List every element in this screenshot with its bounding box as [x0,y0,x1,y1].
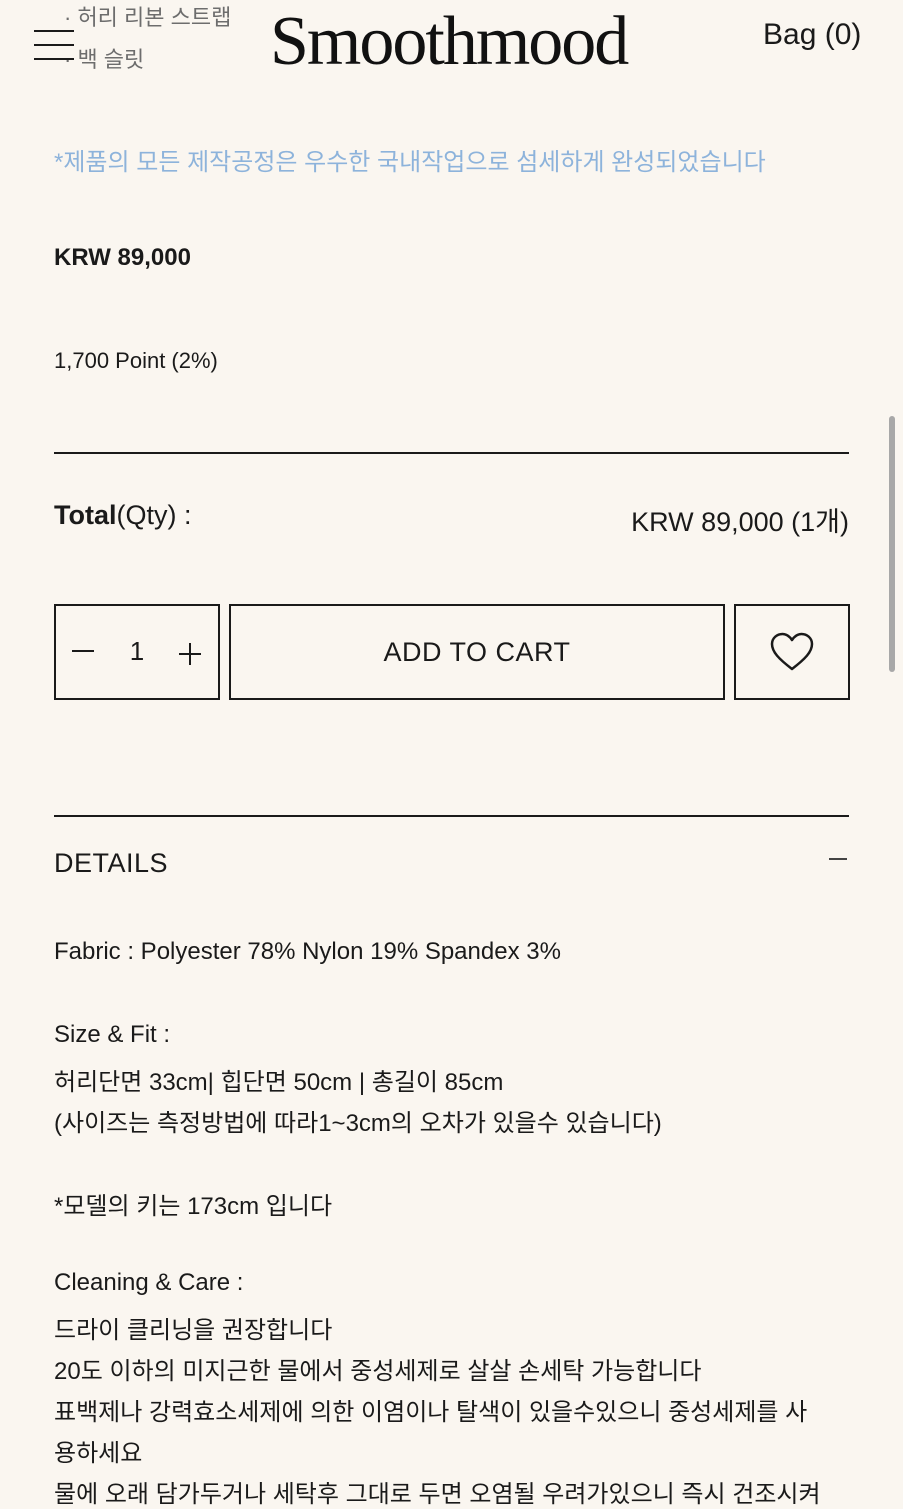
bag-link[interactable]: Bag (0) [763,18,861,52]
fabric-info: Fabric : Polyester 78% Nylon 19% Spandex… [54,938,561,965]
total-label: Total(Qty) : [54,500,192,531]
total-label-bold: Total [54,500,117,530]
care-line: 20도 이하의 미지근한 물에서 중성세제로 살살 손세탁 가능합니다 [54,1358,702,1385]
background-bullet-2: · 백 슬릿 [64,47,145,72]
quantity-stepper: 1 [54,604,220,700]
add-to-cart-button[interactable]: ADD TO CART [229,604,725,700]
heart-icon [770,632,814,671]
care-line: 용하세요 [54,1440,143,1467]
product-price: KRW 89,000 [54,244,191,271]
size-note: (사이즈는 측정방법에 따라1~3cm의 오차가 있을수 있습니다) [54,1110,662,1137]
size-title: Size & Fit : [54,1021,171,1048]
menu-icon[interactable] [34,30,74,62]
care-title: Cleaning & Care : [54,1269,244,1296]
scrollbar[interactable] [889,416,895,672]
care-line: 표백제나 강력효소세제에 의한 이염이나 탈색이 있을수있으니 중성세제를 사 [54,1399,808,1426]
divider [54,452,849,454]
size-measurements: 허리단면 33cm| 힙단면 50cm | 총길이 85cm [54,1069,504,1096]
production-notice: *제품의 모든 제작공정은 우수한 국내작업으로 섬세하게 완성되었습니다 [54,149,766,176]
details-title[interactable]: DETAILS [54,848,168,879]
plus-icon[interactable] [174,636,206,668]
wishlist-button[interactable] [734,604,850,700]
reward-points: 1,700 Point (2%) [54,348,218,373]
model-height: *모델의 키는 173cm 입니다 [54,1193,333,1220]
divider [54,815,849,817]
care-line: 물에 오래 담가두거나 세탁후 그대로 두면 오염될 우려가있으니 즉시 건조시… [54,1481,821,1508]
collapse-icon[interactable] [829,858,847,860]
background-bullet-1: · 허리 리본 스트랩 [64,5,232,30]
total-value: KRW 89,000 (1개) [631,507,849,537]
total-label-qty: (Qty) : [116,500,192,530]
brand-logo[interactable]: Smoothmood [270,2,635,82]
care-line: 드라이 클리닝을 권장합니다 [54,1317,333,1344]
